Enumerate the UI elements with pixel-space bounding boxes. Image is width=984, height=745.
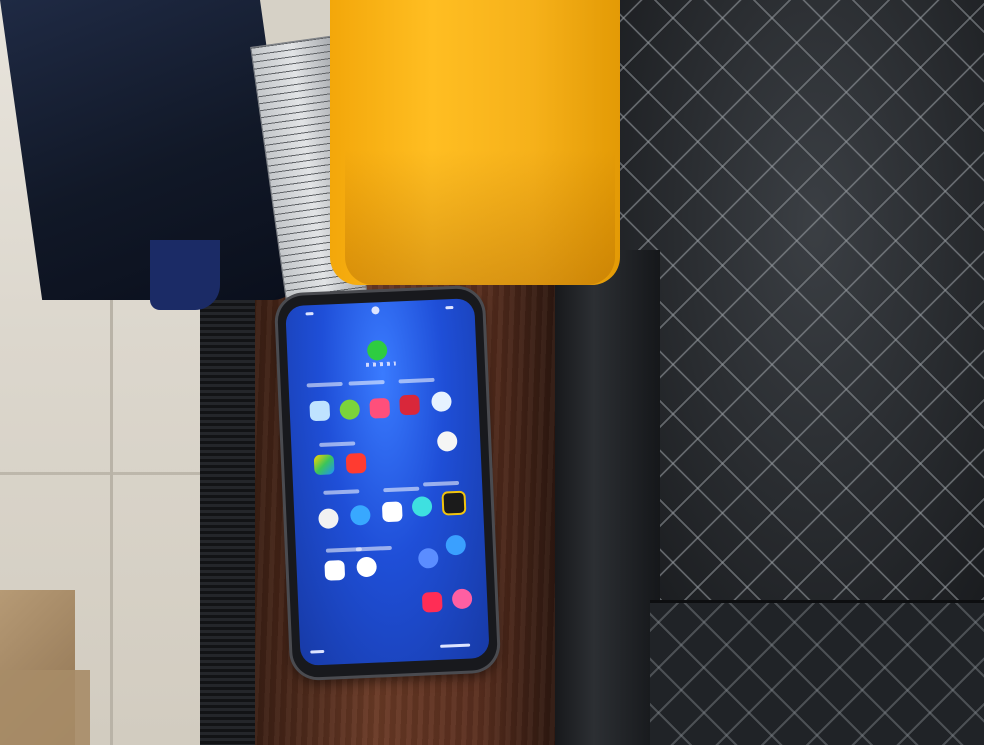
cardboard-box-corner xyxy=(0,670,90,745)
app-icon-7 xyxy=(313,454,335,476)
youtube-icon xyxy=(421,591,443,613)
chair-seat-cushion xyxy=(650,600,984,745)
app-icon-5 xyxy=(431,391,452,412)
settings-icon xyxy=(445,534,467,556)
app-icon-8 xyxy=(345,452,367,474)
app-icon-13 xyxy=(324,559,346,581)
app-icon-6 xyxy=(436,430,458,452)
app-icon-3 xyxy=(369,397,391,419)
app-icon-15 xyxy=(417,547,439,569)
app-icon-1 xyxy=(309,400,331,422)
smartphone xyxy=(276,287,499,679)
phone-top-nav xyxy=(285,302,474,324)
black-device-box-corner xyxy=(150,240,220,310)
phone-app-icon xyxy=(366,339,388,361)
app-icon-14 xyxy=(356,556,378,578)
chair-leather-fold xyxy=(540,250,660,745)
app-icon-2 xyxy=(339,399,361,421)
app-icon-11 xyxy=(411,496,433,517)
app-icon-10 xyxy=(349,504,371,526)
yellow-block-shade xyxy=(345,150,615,285)
app-icon-16 xyxy=(451,588,473,610)
phone-screen xyxy=(285,298,490,666)
app-icon-9 xyxy=(318,508,339,530)
page-indicator xyxy=(365,361,396,367)
phone-status-bar xyxy=(300,640,489,662)
photo-scene xyxy=(0,0,984,745)
app-icon-12 xyxy=(441,490,467,516)
message-icon xyxy=(381,501,403,523)
app-icon-4 xyxy=(399,394,421,416)
